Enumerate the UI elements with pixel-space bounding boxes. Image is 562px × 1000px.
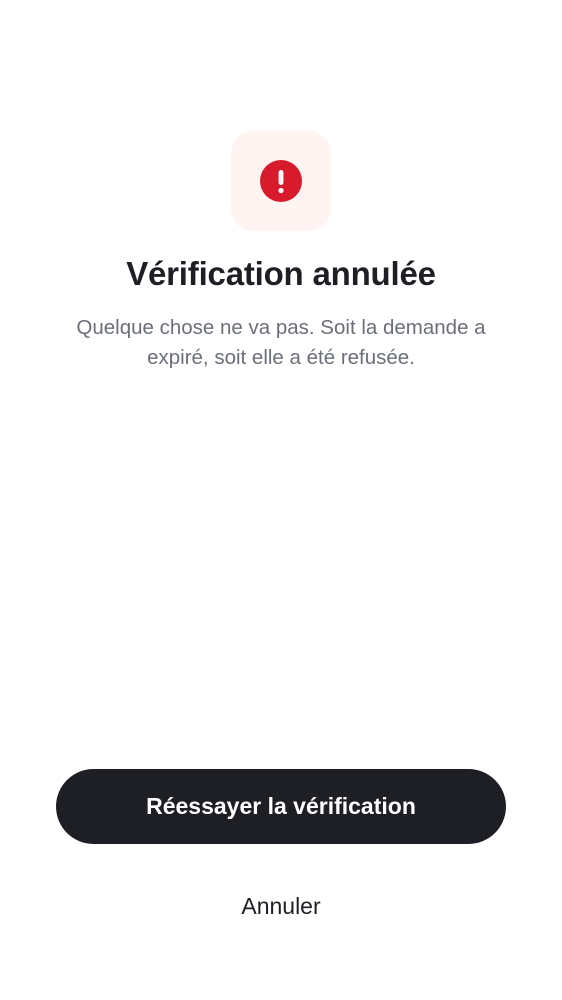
retry-verification-button[interactable]: Réessayer la vérification <box>56 769 506 844</box>
error-message: Quelque chose ne va pas. Soit la demande… <box>76 316 486 369</box>
alert-circle-icon <box>260 160 302 202</box>
exclamation-icon <box>278 170 284 194</box>
cancel-button[interactable]: Annuler <box>181 882 381 930</box>
error-icon-tile <box>231 131 331 231</box>
page-title: Vérification annulée <box>126 255 436 292</box>
